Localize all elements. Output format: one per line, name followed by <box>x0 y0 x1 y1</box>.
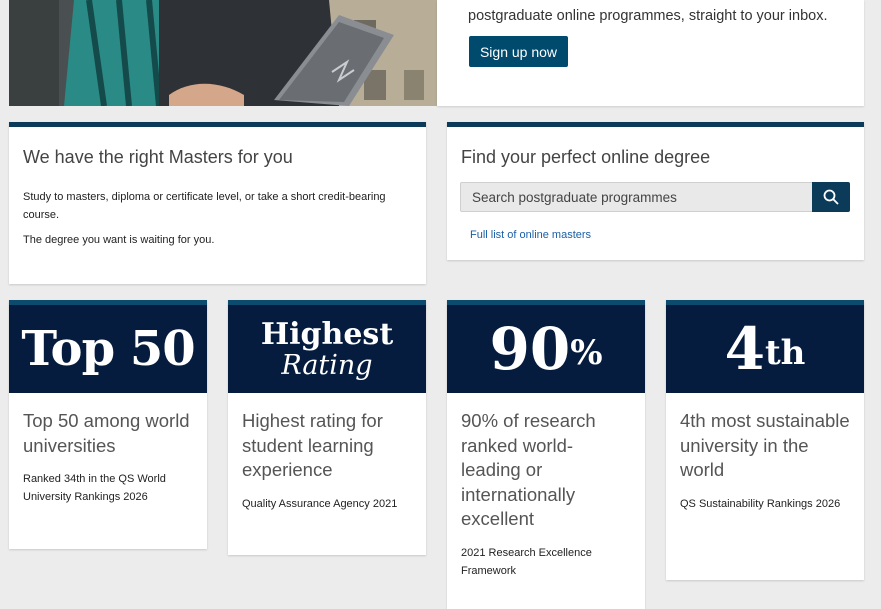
search-heading: Find your perfect online degree <box>461 147 711 167</box>
stat-badge: Top 50 <box>9 300 207 393</box>
search-submit-button[interactable] <box>812 182 850 212</box>
stat-title: Top 50 among world universities <box>23 410 190 456</box>
students-laptop-photo <box>9 0 437 106</box>
stat-badge: Highest Rating <box>228 300 426 393</box>
stat-card-highest-rating: Highest Rating Highest rating for studen… <box>228 300 426 555</box>
stat-badge-sup: th <box>764 333 806 373</box>
stat-source: Quality Assurance Agency 2021 <box>242 497 398 510</box>
stat-source: Ranked 34th in the QS World University R… <box>23 473 166 503</box>
full-masters-list-link[interactable]: Full list of online masters <box>470 229 591 241</box>
stat-title: 4th most sustainable university in the w… <box>680 410 850 480</box>
stat-title: 90% of research ranked world-leading or … <box>461 410 596 529</box>
masters-description: Study to masters, diploma or certificate… <box>23 191 386 221</box>
programme-search-input[interactable] <box>460 182 812 212</box>
degree-search-card: Find your perfect online degree Full lis… <box>447 122 864 260</box>
stat-badge: 90% <box>447 300 645 393</box>
stat-source: QS Sustainability Rankings 2026 <box>680 497 841 510</box>
stat-badge-number: 90 <box>489 315 571 383</box>
stat-card-sustainability: 4th 4th most sustainable university in t… <box>666 300 864 580</box>
newsletter-signup-card: postgraduate online programmes, straight… <box>437 0 864 106</box>
stat-card-research: 90% 90% of research ranked world-leading… <box>447 300 645 609</box>
signup-text: postgraduate online programmes, straight… <box>468 8 828 24</box>
stat-badge-line2: Rating <box>281 349 373 381</box>
masters-tagline: The degree you want is waiting for you. <box>23 234 215 246</box>
stat-badge-sup: % <box>570 333 603 373</box>
stat-badge-line1: Highest <box>260 316 394 352</box>
masters-heading: We have the right Masters for you <box>23 147 293 167</box>
hero-image <box>9 0 437 106</box>
masters-info-card: We have the right Masters for you Study … <box>9 122 426 284</box>
stat-card-top50: Top 50 Top 50 among world universities R… <box>9 300 207 549</box>
stat-badge-number: 4 <box>724 315 765 383</box>
sign-up-button[interactable]: Sign up now <box>469 36 568 67</box>
stat-source: 2021 Research Excellence Framework <box>461 546 592 577</box>
search-icon <box>823 189 839 205</box>
stat-title: Highest rating for student learning expe… <box>242 410 383 480</box>
stat-badge: 4th <box>666 300 864 393</box>
